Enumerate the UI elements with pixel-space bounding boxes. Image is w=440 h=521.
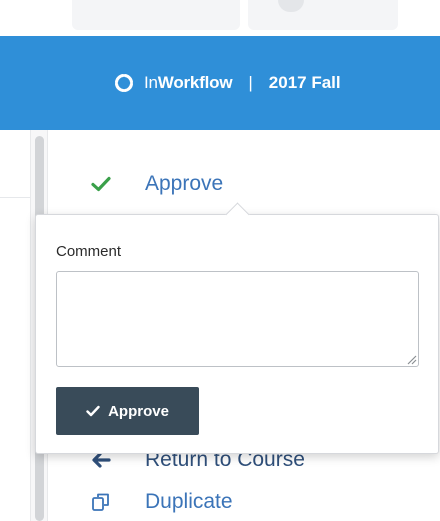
comment-label: Comment [56,243,122,260]
approve-popover: Comment Approve [35,202,439,454]
brand[interactable]: InWorkflow | 2017 Fall [114,36,341,130]
top-strip [0,0,440,36]
term-label[interactable]: 2017 Fall [269,73,341,93]
approve-button-label: Approve [108,402,169,420]
resize-grip-icon[interactable] [405,353,417,365]
checkmark-icon [86,405,100,417]
comment-textarea[interactable] [56,271,419,367]
checkmark-icon [90,173,112,195]
top-tab-placeholder [248,0,398,30]
approve-link[interactable]: Approve [145,172,223,196]
copy-icon [90,491,112,513]
approve-button[interactable]: Approve [56,387,199,435]
top-tab-placeholder [72,0,240,30]
app-name-bold: Workflow [157,73,233,92]
duplicate-link[interactable]: Duplicate [145,490,233,514]
duplicate-menu-item[interactable]: Duplicate [90,490,233,514]
header-separator: | [248,73,253,92]
left-pane [0,130,30,521]
divider [0,197,30,198]
popover-arrow [225,202,250,227]
app-header: InWorkflow | 2017 Fall [0,36,440,130]
app-name: InWorkflow [144,73,233,93]
circular-arrows-icon [114,73,134,93]
approve-menu-item[interactable]: Approve [90,172,223,196]
app-name-prefix: In [144,73,158,92]
